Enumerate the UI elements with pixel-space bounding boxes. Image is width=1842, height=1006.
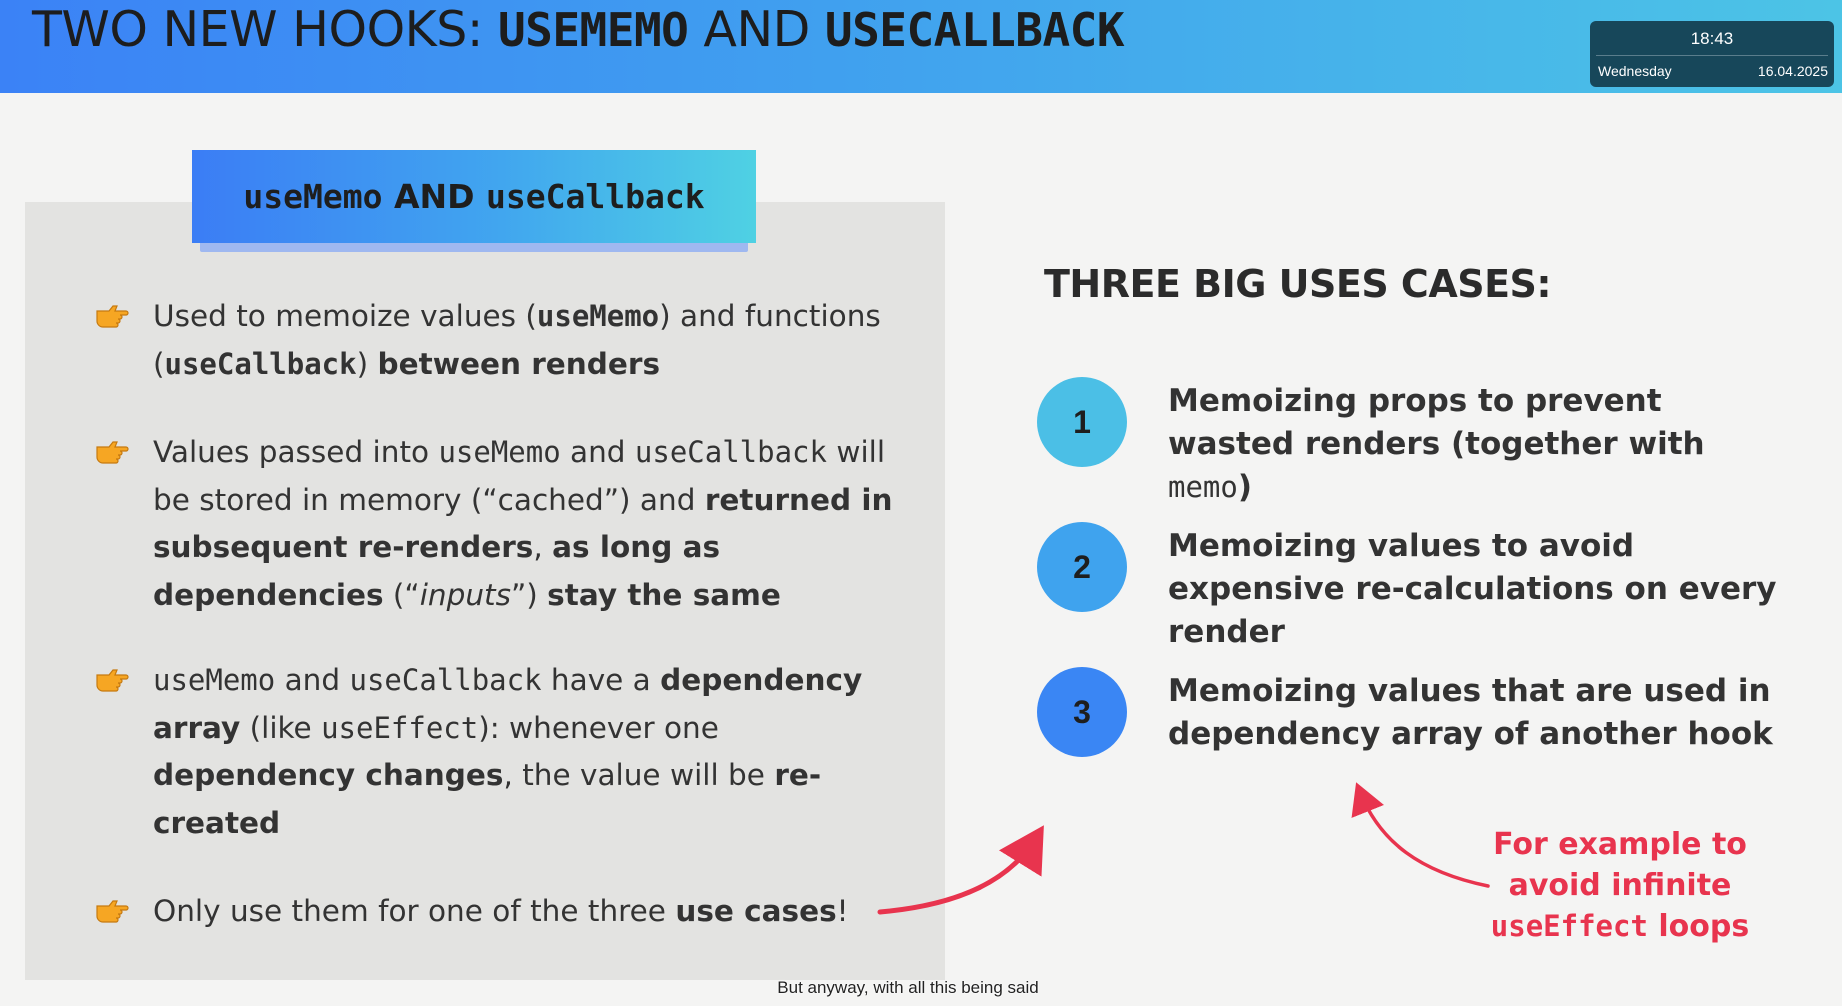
clock-widget: 18:43 Wednesday 16.04.2025 [1590, 21, 1834, 87]
use-case-1-number: 1 [1037, 377, 1127, 467]
slide-header: TWO NEW HOOKS: USEMEMO AND USECALLBACK [0, 0, 1842, 93]
clock-date: 16.04.2025 [1757, 63, 1828, 79]
use-case-3-text: Memoizing values that are used in depend… [1168, 673, 1773, 752]
badge-usememo: useMemo [243, 177, 383, 216]
use-case-2-text: Memoizing values to avoid expensive re-c… [1168, 528, 1777, 650]
clock-time: 18:43 [1690, 29, 1734, 48]
bullet-3-text: useMemo and useCallback have a dependenc… [153, 663, 863, 840]
pointing-hand-icon [95, 666, 129, 692]
badge-usecallback: useCallback [486, 177, 705, 216]
bullet-2-text: Values passed into useMemo and useCallba… [153, 435, 893, 612]
use-case-3-number: 3 [1037, 667, 1127, 757]
pointing-hand-icon [95, 897, 129, 923]
title-hook-usememo: USEMEMO [497, 3, 689, 57]
use-case-1-text: Memoizing props to prevent wasted render… [1168, 383, 1705, 505]
clock-divider [1596, 55, 1828, 56]
video-caption: But anyway, with all this being said [777, 978, 1039, 997]
bullet-4-text: Only use them for one of the three use c… [153, 894, 849, 928]
infinite-loop-note: For example to avoid infinite useEffect l… [1490, 827, 1750, 944]
hooks-badge: useMemo AND useCallback [192, 150, 756, 243]
arrow-to-use-case-3 [1351, 782, 1490, 888]
title-hook-usecallback: USECALLBACK [824, 3, 1125, 57]
clock-day: Wednesday [1598, 63, 1672, 79]
bullet-1-text: Used to memoize values (useMemo) and fun… [153, 299, 881, 381]
pointing-hand-icon [95, 438, 129, 464]
slide-title: TWO NEW HOOKS: USEMEMO AND USECALLBACK [32, 1, 1125, 58]
use-case-2-number: 2 [1037, 522, 1127, 612]
use-cases-title: THREE BIG USES CASES: [1044, 262, 1552, 306]
pointing-hand-icon [95, 302, 129, 328]
